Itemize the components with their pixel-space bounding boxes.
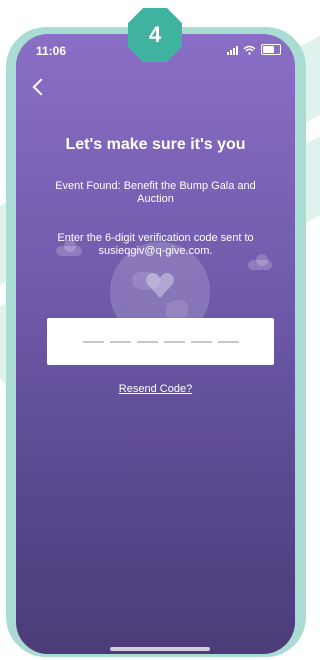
home-indicator[interactable] [110, 647, 210, 651]
code-digit-slot [136, 340, 158, 343]
code-digit-slot [190, 340, 212, 343]
status-icons [227, 44, 281, 55]
verification-instructions: Enter the 6-digit verification code sent… [57, 232, 254, 257]
resend-code-link[interactable]: Resend Code? [16, 383, 295, 395]
event-found-text: Event Found: Benefit the Bump Gala and A… [55, 180, 256, 205]
status-time: 11:06 [36, 44, 67, 58]
code-digit-slot [217, 340, 239, 343]
cloud-icon [248, 254, 272, 270]
heart-icon [146, 273, 174, 298]
code-digit-slot [82, 340, 104, 343]
signal-icon [227, 45, 238, 55]
back-button[interactable] [30, 76, 52, 98]
chevron-left-icon [32, 78, 50, 96]
battery-icon [261, 44, 281, 55]
wifi-icon [243, 45, 256, 55]
verification-code-input[interactable] [47, 318, 274, 365]
code-digit-slot [163, 340, 185, 343]
step-number-badge: 4 [128, 8, 182, 62]
page-title: Let's make sure it's you [65, 136, 246, 153]
code-digit-slot [109, 340, 131, 343]
app-screen: 11:06 Let's make sure it's you Event Fou… [16, 34, 295, 654]
